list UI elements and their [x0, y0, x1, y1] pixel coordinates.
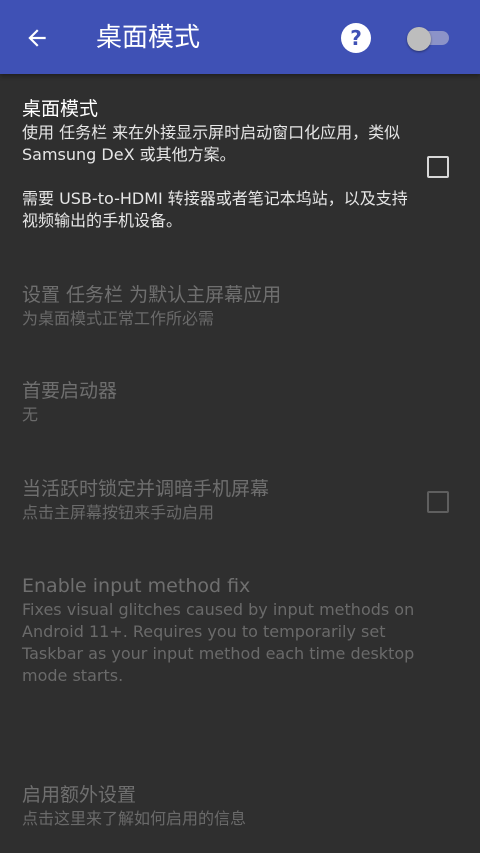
pref-desktop-mode-title: 桌面模式	[22, 98, 99, 120]
help-button[interactable]: ?	[341, 23, 371, 53]
pref-lock-dim-screen-summary: 点击主屏幕按钮来手动启用	[22, 503, 215, 522]
switch-thumb	[407, 27, 431, 51]
pref-input-method-fix-title: Enable input method fix	[22, 575, 251, 597]
desktop-mode-checkbox[interactable]	[427, 156, 449, 178]
pref-desktop-mode[interactable]: 桌面模式 使用 任务栏 来在外接显示屏时启动窗口化应用，类似 Samsung D…	[22, 96, 422, 232]
page-title: 桌面模式	[96, 23, 201, 53]
pref-desktop-mode-requirements: 需要 USB-to-HDMI 转接器或者笔记本坞站，以及支持视频输出的手机设备。	[22, 189, 408, 230]
arrow-back-icon	[28, 29, 46, 47]
pref-set-default-home-title: 设置 任务栏 为默认主屏幕应用	[22, 284, 282, 306]
pref-input-method-fix-summary: Fixes visual glitches caused by input me…	[22, 600, 415, 685]
pref-primary-launcher[interactable]: 首要启动器 无	[22, 378, 422, 426]
pref-primary-launcher-summary: 无	[22, 405, 39, 424]
pref-input-method-fix[interactable]: Enable input method fix Fixes visual gli…	[22, 573, 422, 687]
pref-extra-settings-summary: 点击这里来了解如何启用的信息	[22, 809, 247, 828]
pref-extra-settings-title: 启用额外设置	[22, 784, 137, 806]
pref-extra-settings[interactable]: 启用额外设置 点击这里来了解如何启用的信息	[22, 782, 422, 830]
desktop-mode-master-switch[interactable]	[407, 27, 449, 51]
pref-lock-dim-screen-title: 当活跃时锁定并调暗手机屏幕	[22, 478, 270, 500]
app-bar: 桌面模式 ?	[0, 0, 480, 74]
back-button[interactable]	[20, 21, 54, 55]
pref-lock-dim-screen[interactable]: 当活跃时锁定并调暗手机屏幕 点击主屏幕按钮来手动启用	[22, 476, 422, 524]
pref-primary-launcher-title: 首要启动器	[22, 380, 118, 402]
help-circle-icon: ?	[350, 26, 362, 50]
pref-set-default-home-summary: 为桌面模式正常工作所必需	[22, 309, 215, 328]
pref-desktop-mode-summary: 使用 任务栏 来在外接显示屏时启动窗口化应用，类似 Samsung DeX 或其…	[22, 123, 401, 164]
lock-dim-screen-checkbox[interactable]	[427, 491, 449, 513]
pref-set-default-home[interactable]: 设置 任务栏 为默认主屏幕应用 为桌面模式正常工作所必需	[22, 282, 422, 330]
